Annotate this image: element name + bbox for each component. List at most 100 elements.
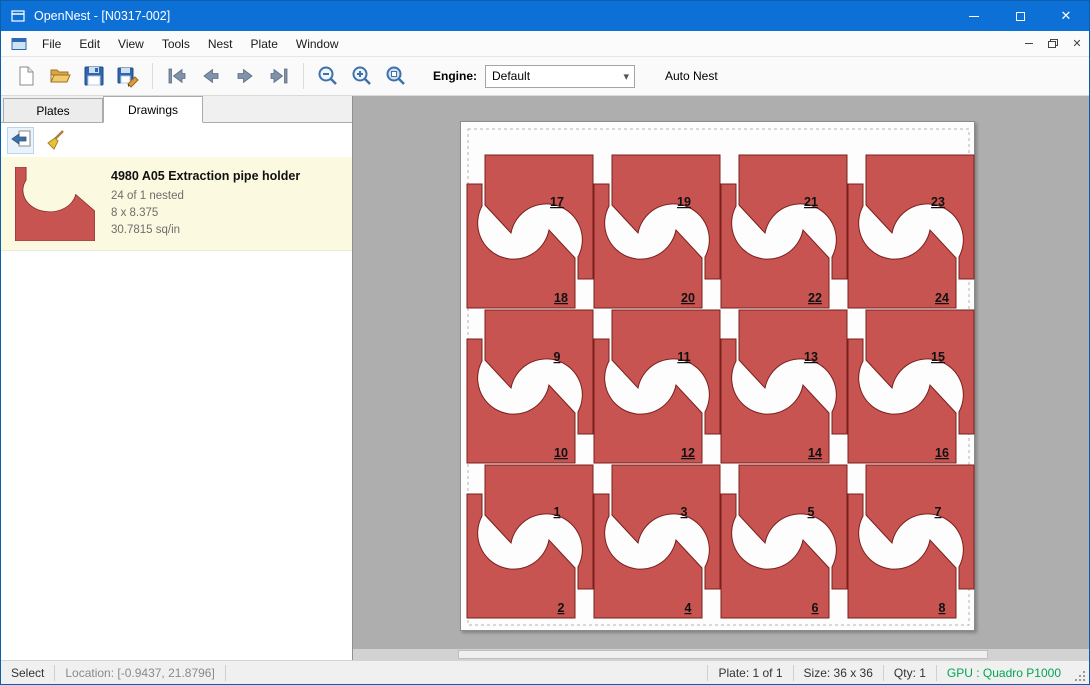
new-button[interactable] xyxy=(9,60,43,92)
auto-nest-button[interactable]: Auto Nest xyxy=(657,64,726,88)
page-with-blue-arrow-icon xyxy=(10,129,32,151)
minimize-icon xyxy=(969,16,979,17)
nested-pair[interactable]: 2122 xyxy=(721,155,847,308)
toolbar-separator xyxy=(303,63,304,89)
part-number: 6 xyxy=(812,601,819,615)
first-plate-button[interactable] xyxy=(160,60,194,92)
part-number: 24 xyxy=(935,291,949,305)
menu-window[interactable]: Window xyxy=(287,33,348,55)
go-previous-icon xyxy=(199,64,223,88)
window-title: OpenNest - [N0317-002] xyxy=(34,9,951,23)
menu-plate[interactable]: Plate xyxy=(242,33,287,55)
menu-bar: File Edit View Tools Nest Plate Window ✕ xyxy=(1,31,1089,57)
part-number: 9 xyxy=(554,350,561,364)
side-panel: Plates Drawings 4980 A05 Extraction pipe… xyxy=(1,96,353,660)
part-number: 17 xyxy=(550,195,564,209)
nest-canvas[interactable]: 171819202122232491011121314151612345678 xyxy=(353,96,1089,660)
toolbar: Engine: Default ▾ Auto Nest xyxy=(1,57,1089,96)
grip-dots-icon xyxy=(1074,670,1086,682)
close-icon: ✕ xyxy=(1061,8,1072,24)
drawing-list-item[interactable]: 4980 A05 Extraction pipe holder 24 of 1 … xyxy=(1,157,352,251)
part-number: 16 xyxy=(935,446,949,460)
part-number: 21 xyxy=(804,195,818,209)
nested-pair[interactable]: 9 10 xyxy=(467,310,593,463)
import-drawing-button[interactable] xyxy=(7,127,34,154)
zoom-fit-icon xyxy=(384,64,408,88)
mode-indicator: Select xyxy=(1,666,54,680)
status-bar: Select Location: [-0.9437, 21.8796] Plat… xyxy=(1,660,1089,684)
zoom-out-icon xyxy=(316,64,340,88)
menu-tools[interactable]: Tools xyxy=(153,33,199,55)
drawing-title: 4980 A05 Extraction pipe holder xyxy=(111,169,300,183)
title-bar[interactable]: OpenNest - [N0317-002] ✕ xyxy=(1,1,1089,31)
toolbar-separator xyxy=(152,63,153,89)
next-plate-button[interactable] xyxy=(228,60,262,92)
nested-pair[interactable]: 12 xyxy=(467,465,593,618)
mdi-minimize-icon xyxy=(1025,43,1033,44)
maximize-icon xyxy=(1016,12,1025,21)
nested-pair[interactable]: 1920 xyxy=(594,155,720,308)
drawing-area: 30.7815 sq/in xyxy=(111,222,300,239)
save-icon xyxy=(82,64,106,88)
part-number: 23 xyxy=(931,195,945,209)
part-number: 7 xyxy=(935,505,942,519)
engine-label: Engine: xyxy=(433,69,477,83)
tab-plates[interactable]: Plates xyxy=(3,98,103,122)
part-thumbnail xyxy=(9,167,101,240)
minimize-button[interactable] xyxy=(951,1,997,31)
nested-pair[interactable]: 1718 xyxy=(467,155,593,308)
nested-pair[interactable]: 1314 xyxy=(721,310,847,463)
nested-pair[interactable]: 78 xyxy=(848,465,974,618)
gpu-indicator: GPU : Quadro P1000 xyxy=(937,666,1071,680)
nested-pair[interactable]: 34 xyxy=(594,465,720,618)
part-number: 3 xyxy=(681,505,688,519)
menu-view[interactable]: View xyxy=(109,33,153,55)
engine-select[interactable]: Default ▾ xyxy=(485,65,635,88)
close-button[interactable]: ✕ xyxy=(1043,1,1089,31)
nested-pair[interactable]: 1516 xyxy=(848,310,974,463)
qty-indicator: Qty: 1 xyxy=(884,666,936,680)
part-number: 13 xyxy=(804,350,818,364)
part-number: 20 xyxy=(681,291,695,305)
plate-indicator: Plate: 1 of 1 xyxy=(708,666,792,680)
previous-plate-button[interactable] xyxy=(194,60,228,92)
clean-button[interactable] xyxy=(42,127,69,154)
menu-nest[interactable]: Nest xyxy=(199,33,242,55)
mdi-close-button[interactable]: ✕ xyxy=(1065,33,1089,55)
drawings-toolstrip xyxy=(1,123,352,157)
maximize-button[interactable] xyxy=(997,1,1043,31)
save-as-button[interactable] xyxy=(111,60,145,92)
tab-strip: Plates Drawings xyxy=(1,96,352,123)
go-last-icon xyxy=(267,64,291,88)
part-number: 2 xyxy=(558,601,565,615)
mdi-minimize-button[interactable] xyxy=(1017,33,1041,55)
zoom-fit-button[interactable] xyxy=(379,60,413,92)
zoom-out-button[interactable] xyxy=(311,60,345,92)
part-number: 15 xyxy=(931,350,945,364)
save-edit-icon xyxy=(116,64,140,88)
plate[interactable]: 171819202122232491011121314151612345678 xyxy=(460,121,975,631)
broom-icon xyxy=(45,129,67,151)
menu-edit[interactable]: Edit xyxy=(70,33,109,55)
scrollbar-thumb[interactable] xyxy=(458,650,988,659)
mdi-restore-icon xyxy=(1048,39,1058,48)
new-file-icon xyxy=(14,64,38,88)
open-button[interactable] xyxy=(43,60,77,92)
nested-pair[interactable]: 56 xyxy=(721,465,847,618)
save-button[interactable] xyxy=(77,60,111,92)
nested-pair[interactable]: 1112 xyxy=(594,310,720,463)
last-plate-button[interactable] xyxy=(262,60,296,92)
part-number: 10 xyxy=(554,446,568,460)
part-number: 19 xyxy=(677,195,691,209)
app-window: OpenNest - [N0317-002] ✕ File Edit View … xyxy=(0,0,1090,685)
horizontal-scrollbar[interactable] xyxy=(353,649,1089,660)
mdi-restore-button[interactable] xyxy=(1041,33,1065,55)
zoom-in-button[interactable] xyxy=(345,60,379,92)
resize-grip[interactable] xyxy=(1071,661,1089,685)
part-number: 1 xyxy=(554,505,561,519)
chevron-down-icon: ▾ xyxy=(618,70,634,83)
menu-file[interactable]: File xyxy=(33,33,70,55)
nested-pair[interactable]: 23 24 xyxy=(848,155,974,308)
tab-drawings[interactable]: Drawings xyxy=(103,96,203,123)
mdi-child-icon[interactable] xyxy=(11,37,27,51)
